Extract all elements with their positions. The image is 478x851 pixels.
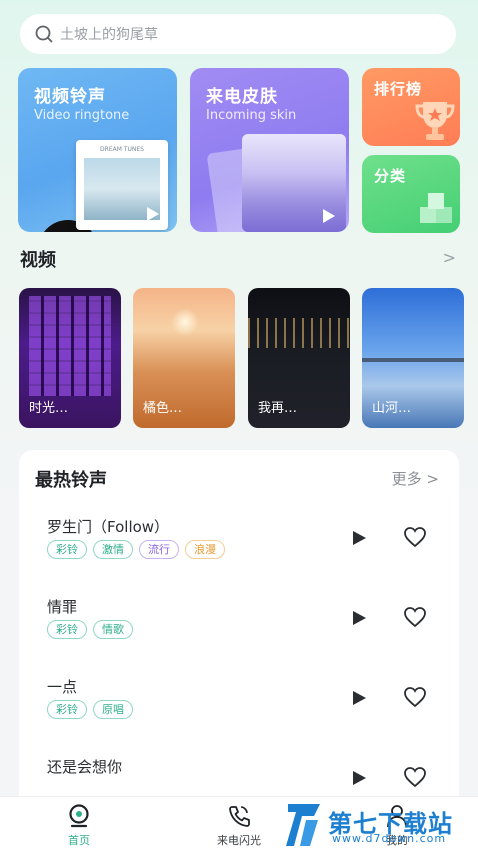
category-title: 分类 bbox=[374, 167, 407, 185]
ringtone-row[interactable]: 情罪 彩铃 情歌 bbox=[19, 596, 459, 666]
video-ringtone-title: 视频铃声 bbox=[34, 87, 106, 107]
search-bar[interactable]: 土坡上的狗尾草 bbox=[20, 14, 456, 54]
home-icon bbox=[69, 804, 89, 828]
ringtone-tags: 彩铃 激情 流行 浪漫 bbox=[47, 540, 225, 559]
incoming-skin-subtitle: Incoming skin bbox=[206, 108, 297, 123]
tag: 流行 bbox=[139, 540, 179, 559]
ringtone-name: 罗生门（Follow） bbox=[47, 518, 170, 536]
ranking-title: 排行榜 bbox=[374, 80, 423, 98]
ranking-card[interactable]: 排行榜 bbox=[362, 68, 460, 146]
video-thumb[interactable]: 橘色… bbox=[133, 288, 235, 428]
tag: 原唱 bbox=[93, 700, 133, 719]
tab-home[interactable]: 首页 bbox=[34, 803, 124, 848]
tag: 激情 bbox=[93, 540, 133, 559]
ringtone-name: 情罪 bbox=[47, 598, 78, 616]
phone-icon bbox=[229, 806, 250, 827]
video-thumb[interactable]: 山河… bbox=[362, 288, 464, 428]
category-card[interactable]: 分类 bbox=[362, 155, 460, 233]
video-label: 橘色… bbox=[143, 401, 183, 416]
skin-preview-image bbox=[242, 134, 346, 232]
hot-ringtones-title: 最热铃声 bbox=[35, 470, 107, 491]
album-cover: DREAM TUNES bbox=[76, 140, 168, 230]
vinyl-record-icon bbox=[38, 218, 39, 219]
album-cover-text: DREAM TUNES bbox=[100, 146, 144, 153]
city-lights bbox=[248, 318, 350, 348]
play-icon bbox=[323, 209, 335, 223]
play-icon[interactable] bbox=[351, 610, 367, 626]
video-section-title: 视频 bbox=[20, 250, 56, 271]
ringtone-tags: 彩铃 情歌 bbox=[47, 620, 133, 639]
video-thumb[interactable]: 时光… bbox=[19, 288, 121, 428]
video-label: 时光… bbox=[29, 401, 69, 416]
horizon-line bbox=[362, 358, 464, 362]
watermark-url: www.d7down.com bbox=[332, 832, 447, 845]
heart-icon[interactable] bbox=[403, 766, 427, 788]
site-watermark: 第七下载站 www.d7down.com bbox=[282, 800, 478, 850]
heart-icon[interactable] bbox=[403, 606, 427, 628]
tab-call-flash[interactable]: 来电闪光 bbox=[194, 803, 284, 848]
incoming-skin-title: 来电皮肤 bbox=[206, 87, 278, 107]
cubes-icon bbox=[420, 193, 452, 223]
play-icon[interactable] bbox=[351, 770, 367, 786]
ringtone-name: 一点 bbox=[47, 678, 78, 696]
incoming-skin-card[interactable]: 来电皮肤 Incoming skin bbox=[190, 68, 349, 232]
heart-icon[interactable] bbox=[403, 526, 427, 548]
ringtone-tags: 彩铃 原唱 bbox=[47, 700, 133, 719]
tab-call-flash-label: 来电闪光 bbox=[217, 834, 261, 847]
ringtone-name: 还是会想你 bbox=[47, 758, 123, 776]
play-icon bbox=[147, 207, 159, 221]
trophy-icon bbox=[415, 102, 455, 140]
sun-glow bbox=[171, 308, 199, 336]
video-section-more-button[interactable]: > bbox=[443, 248, 456, 267]
tag: 彩铃 bbox=[47, 620, 87, 639]
play-icon[interactable] bbox=[351, 690, 367, 706]
tag: 浪漫 bbox=[185, 540, 225, 559]
tab-home-label: 首页 bbox=[68, 834, 90, 847]
play-icon[interactable] bbox=[351, 530, 367, 546]
ringtone-row[interactable]: 一点 彩铃 原唱 bbox=[19, 676, 459, 746]
tag: 彩铃 bbox=[47, 700, 87, 719]
ringtone-row[interactable]: 罗生门（Follow） 彩铃 激情 流行 浪漫 bbox=[19, 516, 459, 586]
heart-icon[interactable] bbox=[403, 686, 427, 708]
hot-ringtones-panel: 最热铃声 更多 > 罗生门（Follow） 彩铃 激情 流行 浪漫 情罪 彩铃 … bbox=[19, 450, 459, 810]
video-thumb[interactable]: 我再… bbox=[248, 288, 350, 428]
video-ringtone-subtitle: Video ringtone bbox=[34, 108, 130, 123]
video-label: 我再… bbox=[258, 401, 298, 416]
site-logo-icon bbox=[286, 804, 320, 846]
search-icon bbox=[35, 25, 53, 43]
video-label: 山河… bbox=[372, 401, 412, 416]
tag: 情歌 bbox=[93, 620, 133, 639]
tag: 彩铃 bbox=[47, 540, 87, 559]
search-placeholder: 土坡上的狗尾草 bbox=[60, 27, 158, 43]
video-ringtone-card[interactable]: 视频铃声 Video ringtone DREAM TUNES bbox=[18, 68, 177, 232]
video-thumb-image bbox=[29, 296, 111, 396]
hot-ringtones-more-button[interactable]: 更多 > bbox=[392, 468, 439, 489]
